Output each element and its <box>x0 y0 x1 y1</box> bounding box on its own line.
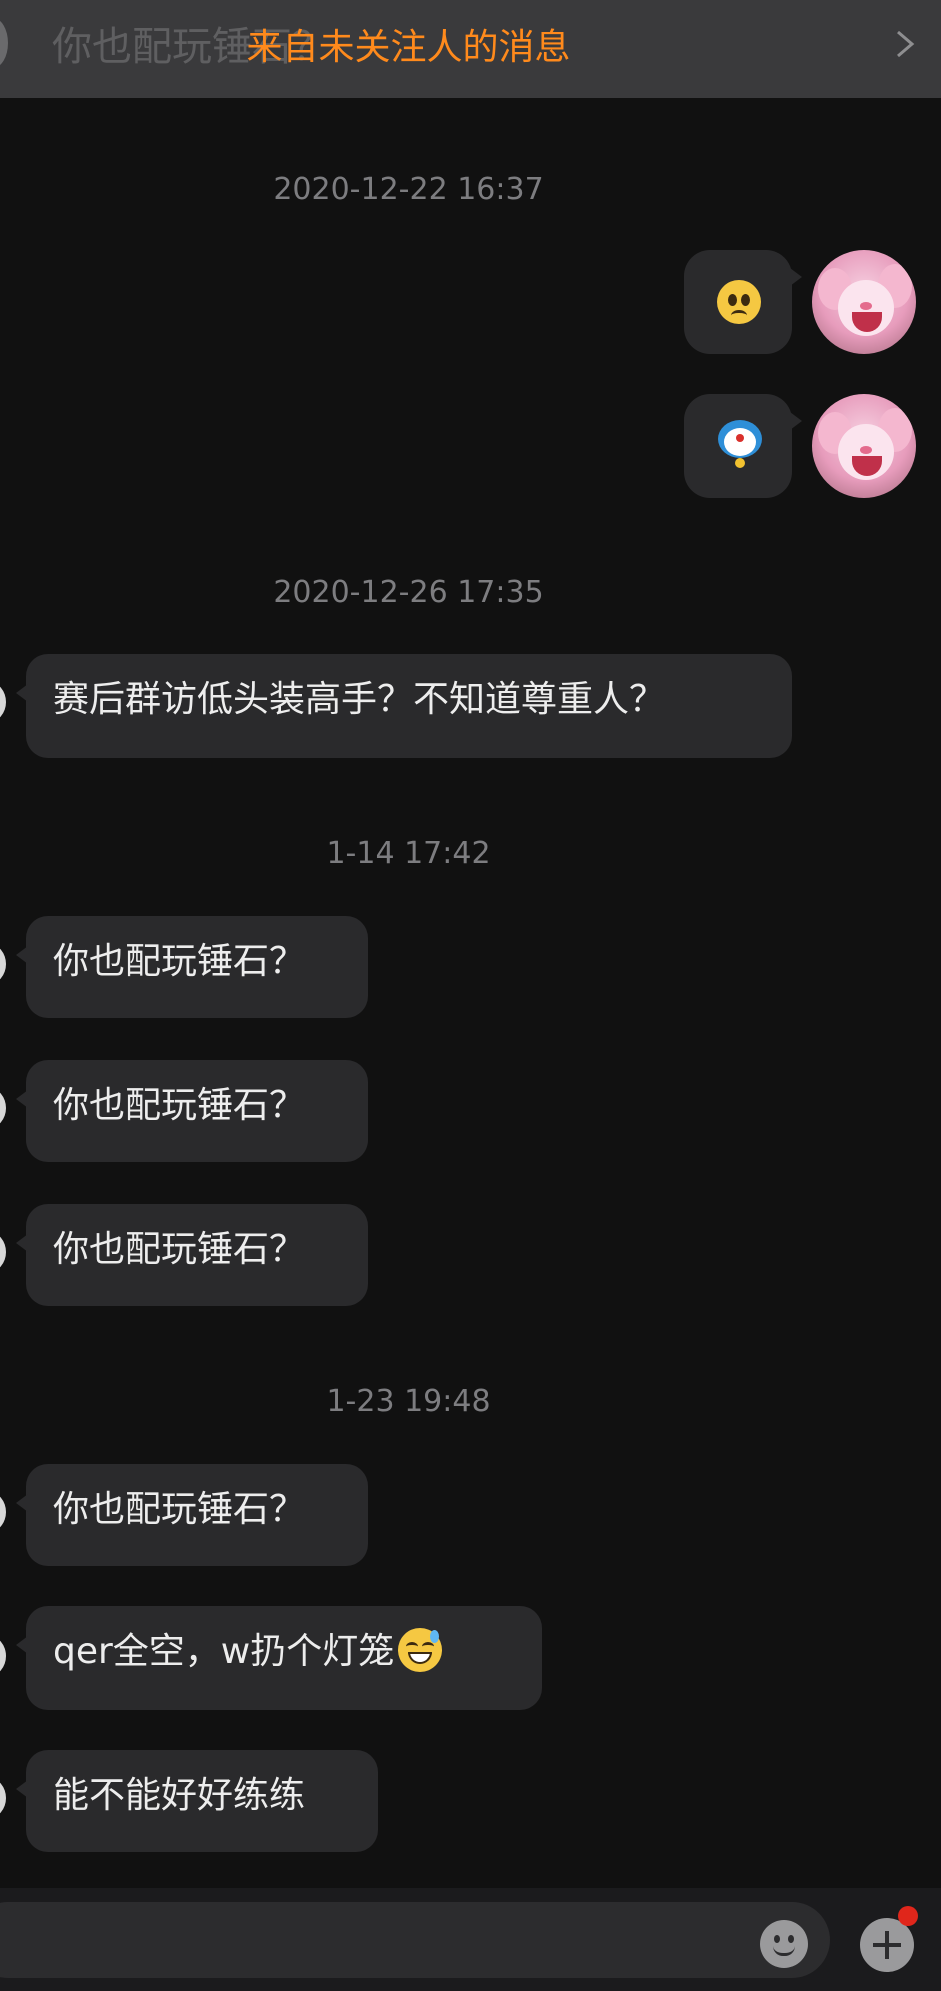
sender-avatar[interactable] <box>0 1636 6 1676</box>
smiley-icon[interactable] <box>760 1920 808 1968</box>
message-bubble-outgoing[interactable] <box>684 394 802 498</box>
unfollowed-messages-banner[interactable]: 你也配玩锤石？ 来自未关注人的消息 <box>0 0 941 98</box>
my-avatar[interactable] <box>812 250 916 354</box>
sender-avatar[interactable] <box>0 1492 6 1532</box>
sender-avatar[interactable] <box>0 1232 6 1272</box>
message-text: 你也配玩锤石？ <box>53 941 306 982</box>
doraemon-emoji-icon <box>716 420 764 468</box>
message-timestamp: 2020-12-22 16:37 <box>273 172 544 207</box>
message-bubble-incoming[interactable]: 赛后群访低头装高手？不知道尊重人？ <box>16 654 792 758</box>
message-text: 你也配玩锤石？ <box>53 1489 306 1530</box>
message-timestamp: 1-14 17:42 <box>326 836 491 871</box>
message-text: 能不能好好练练 <box>53 1775 306 1816</box>
grinning-sweat-emoji-icon <box>398 1628 443 1672</box>
message-bubble-outgoing[interactable] <box>684 250 802 354</box>
message-text: 赛后群访低头装高手？不知道尊重人？ <box>53 679 666 720</box>
message-timestamp: 1-23 19:48 <box>326 1384 491 1419</box>
message-timestamp: 2020-12-26 17:35 <box>273 575 544 610</box>
message-bubble-incoming[interactable]: qer全空，w扔个灯笼 <box>16 1606 542 1710</box>
chevron-right-icon[interactable] <box>888 24 924 64</box>
plus-icon[interactable] <box>860 1918 914 1972</box>
my-avatar[interactable] <box>812 394 916 498</box>
message-text: 你也配玩锤石？ <box>53 1229 306 1270</box>
message-text: 你也配玩锤石？ <box>53 1085 306 1126</box>
sender-avatar[interactable] <box>0 1088 6 1128</box>
message-bubble-incoming[interactable]: 能不能好好练练 <box>16 1750 378 1852</box>
message-bubble-incoming[interactable]: 你也配玩锤石？ <box>16 916 368 1018</box>
notification-dot <box>898 1906 918 1926</box>
sender-avatar[interactable] <box>0 944 6 984</box>
sad-face-emoji-icon <box>717 280 761 324</box>
banner-title: 来自未关注人的消息 <box>246 27 571 68</box>
message-bubble-incoming[interactable]: 你也配玩锤石？ <box>16 1464 368 1566</box>
message-text: qer全空，w扔个灯笼 <box>53 1631 395 1672</box>
message-input[interactable] <box>0 1902 830 1978</box>
message-bubble-incoming[interactable]: 你也配玩锤石？ <box>16 1060 368 1162</box>
message-bubble-incoming[interactable]: 你也配玩锤石？ <box>16 1204 368 1306</box>
sender-avatar[interactable] <box>0 1778 6 1818</box>
sender-avatar[interactable] <box>0 682 6 722</box>
